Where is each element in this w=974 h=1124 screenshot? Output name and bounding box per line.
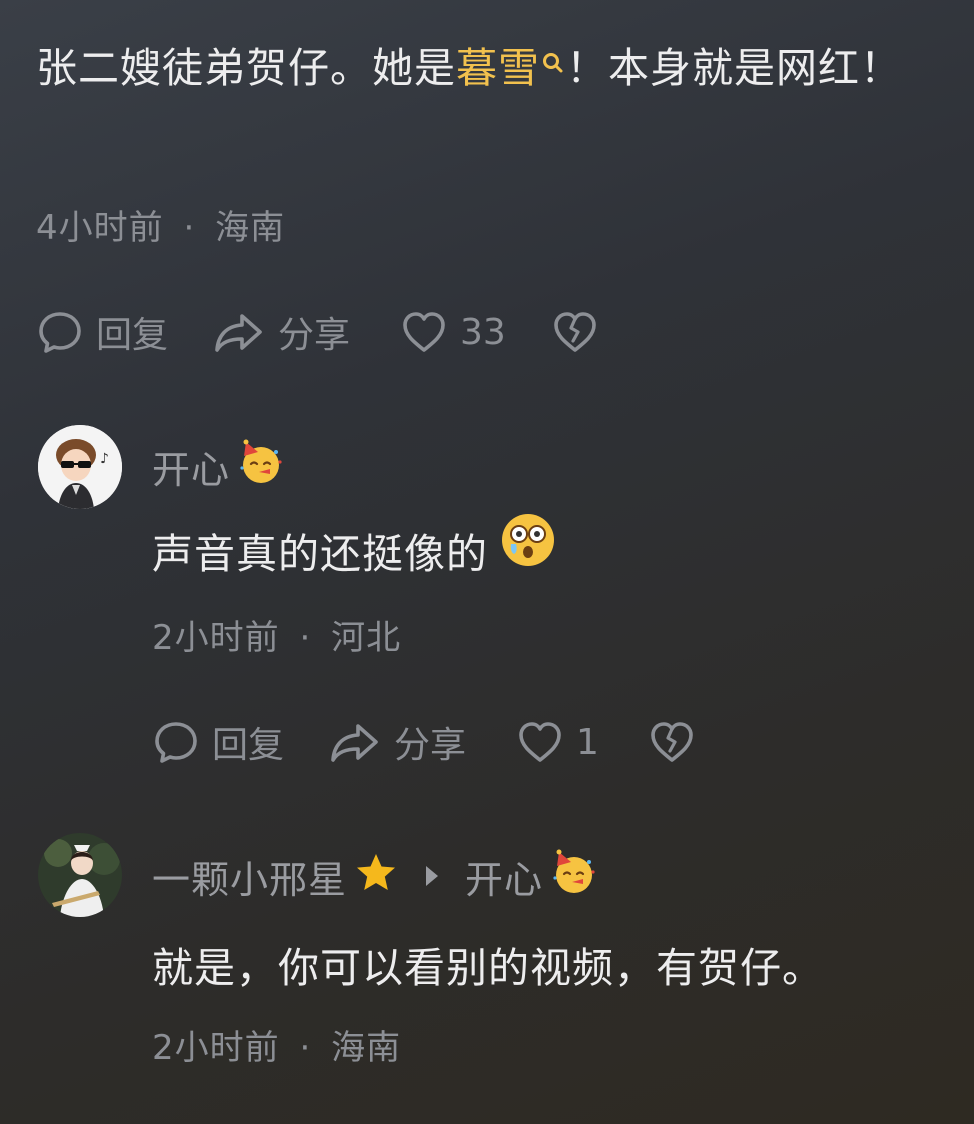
comment-main-text-after: ！本身就是网红！: [566, 44, 902, 92]
share-button[interactable]: 分享: [212, 306, 350, 358]
meta-separator: ·: [299, 1028, 312, 1068]
broken-heart-icon: [552, 309, 598, 355]
reply-2-meta: 2小时前 · 海南: [152, 1020, 401, 1069]
comment-icon: [152, 718, 200, 766]
reply-1-content: 声音真的还挺像的: [152, 530, 488, 578]
like-button[interactable]: 1: [516, 719, 599, 765]
comment-main-actions: 回复 分享 33: [36, 306, 598, 358]
comment-main-text-before: 张二嫂徒弟贺仔。她是: [36, 44, 456, 92]
reply-1-text: 声音真的还挺像的: [152, 512, 556, 596]
astonished-face-emoji: [500, 512, 556, 596]
like-count: 33: [460, 311, 506, 353]
share-button[interactable]: 分享: [328, 716, 466, 768]
party-face-emoji: [236, 438, 284, 495]
comment-main-text: 张二嫂徒弟贺仔。她是暮雪 ！本身就是网红！: [36, 26, 936, 110]
search-keyword-link[interactable]: 暮雪: [456, 44, 540, 92]
comment-time: 4小时前: [36, 208, 164, 248]
avatar[interactable]: ♪: [38, 425, 122, 509]
reply-label: 回复: [96, 315, 169, 356]
share-arrow-icon: [212, 308, 266, 356]
comment-time: 2小时前: [152, 618, 280, 658]
share-arrow-icon: [328, 718, 382, 766]
star-icon: [355, 852, 397, 901]
search-icon[interactable]: [540, 26, 566, 73]
comment-location: 海南: [215, 208, 286, 248]
comment-icon: [36, 308, 84, 356]
username[interactable]: 一颗小邢星: [152, 849, 347, 904]
comment-main-meta: 4小时前 · 海南: [36, 200, 285, 249]
comment-location: 海南: [331, 1028, 402, 1068]
broken-heart-icon: [649, 719, 695, 765]
reply-2-username-row: 一颗小邢星 开心: [152, 848, 597, 905]
share-label: 分享: [394, 725, 467, 766]
meta-separator: ·: [183, 208, 196, 248]
reply-button[interactable]: 回复: [152, 716, 284, 768]
triangle-right-icon: [423, 854, 441, 898]
reply-1-username-row: 开心: [152, 438, 284, 495]
like-count: 1: [576, 721, 599, 763]
reply-to-username[interactable]: 开心: [465, 849, 543, 904]
meta-separator: ·: [299, 618, 312, 658]
heart-icon: [400, 309, 448, 355]
reply-2-content: 就是，你可以看别的视频，有贺仔。: [152, 944, 824, 992]
dislike-button[interactable]: [649, 719, 695, 765]
share-label: 分享: [278, 315, 351, 356]
comment-location: 河北: [331, 618, 402, 658]
avatar[interactable]: [38, 833, 122, 917]
reply-label: 回复: [212, 725, 285, 766]
reply-1-meta: 2小时前 · 河北: [152, 610, 401, 659]
party-face-emoji: [549, 848, 597, 905]
comment-time: 2小时前: [152, 1028, 280, 1068]
dislike-button[interactable]: [552, 309, 598, 355]
reply-1-actions: 回复 分享 1: [152, 716, 695, 768]
heart-icon: [516, 719, 564, 765]
reply-button[interactable]: 回复: [36, 306, 168, 358]
svg-text:♪: ♪: [100, 451, 109, 467]
username[interactable]: 开心: [152, 439, 230, 494]
like-button[interactable]: 33: [400, 309, 506, 355]
reply-2-text: 就是，你可以看别的视频，有贺仔。: [152, 926, 824, 1010]
